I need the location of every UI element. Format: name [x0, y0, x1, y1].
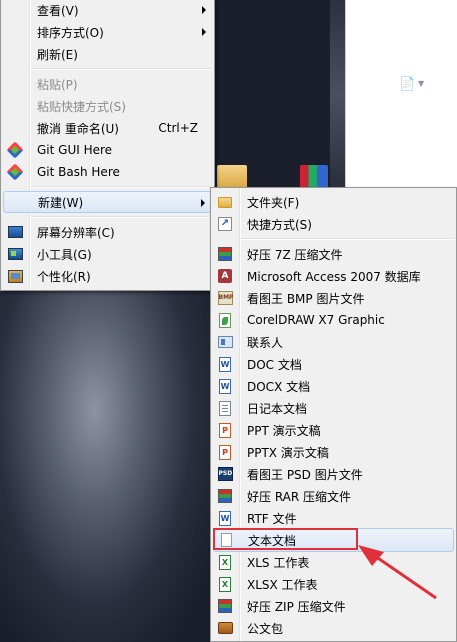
doc-icon: W [217, 356, 233, 372]
submenu-item-shortcut[interactable]: ↗ 快捷方式(S) [213, 213, 454, 235]
submenu-item-pptx[interactable]: P PPTX 演示文稿 [213, 441, 454, 463]
menu-item-undo-rename[interactable]: 撤消 重命名(U) Ctrl+Z [3, 117, 212, 139]
journal-icon [217, 400, 233, 416]
menu-item-gadgets[interactable]: 小工具(G) [3, 243, 212, 265]
git-icon [6, 141, 24, 159]
submenu-item-rar[interactable]: 好压 RAR 压缩文件 [213, 485, 454, 507]
chevron-down-icon[interactable]: ▼ [418, 79, 424, 88]
folder-icon [217, 194, 233, 210]
git-icon [6, 163, 24, 181]
menu-item-view[interactable]: 查看(V) [3, 0, 212, 21]
submenu-item-journal[interactable]: 日记本文档 [213, 397, 454, 419]
submenu-item-access[interactable]: A Microsoft Access 2007 数据库 [213, 265, 454, 287]
bmp-icon: BMP [217, 290, 233, 306]
personalize-icon [7, 268, 23, 284]
xlsx-icon: X [217, 576, 233, 592]
menu-item-refresh[interactable]: 刷新(E) [3, 43, 212, 65]
desktop-archive-icon[interactable] [300, 165, 328, 189]
text-file-icon [218, 532, 234, 548]
menu-separator [31, 68, 212, 70]
contact-icon [217, 334, 233, 350]
briefcase-icon [217, 620, 233, 636]
submenu-item-coreldraw[interactable]: CorelDRAW X7 Graphic [213, 309, 454, 331]
menu-item-git-bash[interactable]: Git Bash Here [3, 161, 212, 183]
menu-item-paste[interactable]: 粘贴(P) [3, 73, 212, 95]
submenu-item-doc[interactable]: W DOC 文档 [213, 353, 454, 375]
coreldraw-icon [217, 312, 233, 328]
submenu-arrow-icon [202, 28, 206, 36]
screen-resolution-icon [7, 224, 23, 240]
menu-item-paste-shortcut[interactable]: 粘贴快捷方式(S) [3, 95, 212, 117]
archive-icon [217, 488, 233, 504]
submenu-item-7z[interactable]: 好压 7Z 压缩文件 [213, 243, 454, 265]
gadgets-icon [7, 246, 23, 262]
pptx-icon: P [217, 444, 233, 460]
page-icon[interactable]: 📄 [399, 77, 415, 92]
desktop-context-menu: 查看(V) 排序方式(O) 刷新(E) 粘贴(P) 粘贴快捷方式(S) 撤消 重… [0, 0, 215, 291]
menu-item-new[interactable]: 新建(W) [3, 191, 212, 213]
menu-separator [31, 216, 212, 218]
submenu-item-ppt[interactable]: P PPT 演示文稿 [213, 419, 454, 441]
desktop-folder-icon[interactable] [217, 165, 247, 189]
archive-icon [217, 246, 233, 262]
archive-icon [217, 598, 233, 614]
menu-item-git-gui[interactable]: Git GUI Here [3, 139, 212, 161]
submenu-item-rtf[interactable]: W RTF 文件 [213, 507, 454, 529]
menu-separator [31, 186, 212, 188]
shortcut-icon: ↗ [217, 216, 233, 232]
ppt-icon: P [217, 422, 233, 438]
access-icon: A [217, 268, 233, 284]
submenu-arrow-icon [202, 6, 206, 14]
menu-item-screen-resolution[interactable]: 屏幕分辨率(C) [3, 221, 212, 243]
shortcut-label: Ctrl+Z [158, 121, 198, 135]
submenu-item-folder[interactable]: 文件夹(F) [213, 191, 454, 213]
menu-item-personalize[interactable]: 个性化(R) [3, 265, 212, 287]
psd-icon: PSD [217, 466, 233, 482]
submenu-item-briefcase[interactable]: 公文包 [213, 617, 454, 639]
rtf-icon: W [217, 510, 233, 526]
submenu-item-docx[interactable]: W DOCX 文档 [213, 375, 454, 397]
submenu-arrow-icon [201, 199, 205, 207]
background-window [345, 0, 457, 190]
menu-separator [241, 238, 454, 240]
submenu-item-contact[interactable]: 联系人 [213, 331, 454, 353]
xls-icon: X [217, 554, 233, 570]
submenu-item-psd[interactable]: PSD 看图王 PSD 图片文件 [213, 463, 454, 485]
submenu-item-bmp[interactable]: BMP 看图王 BMP 图片文件 [213, 287, 454, 309]
menu-item-sort-by[interactable]: 排序方式(O) [3, 21, 212, 43]
docx-icon: W [217, 378, 233, 394]
wallpaper-figure [0, 285, 210, 642]
red-arrow-annotation [358, 545, 437, 600]
